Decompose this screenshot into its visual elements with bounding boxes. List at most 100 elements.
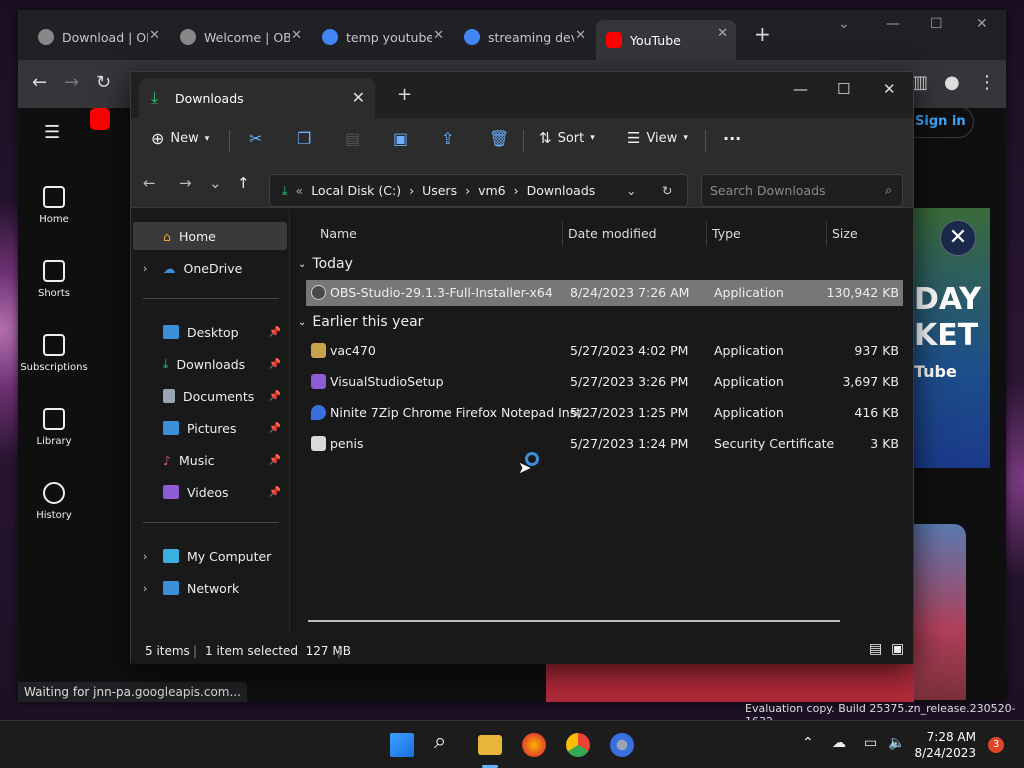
yt-nav-history[interactable]: History	[18, 482, 90, 521]
sidebar-item-onedrive[interactable]: › ☁ OneDrive	[133, 254, 287, 282]
close-icon[interactable]: ✕	[575, 28, 586, 43]
chevron-up-icon[interactable]: ⌃	[802, 735, 814, 751]
sidebar-item-my-computer[interactable]: › My Computer	[133, 542, 287, 570]
yt-nav-shorts[interactable]: Shorts	[18, 260, 90, 299]
yt-nav-subscriptions[interactable]: Subscriptions	[18, 334, 90, 373]
chrome-menu-icon[interactable]: ⋮	[978, 72, 996, 93]
search-input[interactable]: Search Downloads ⌕	[701, 174, 903, 207]
group-header-earlier[interactable]: ⌄ Earlier this year	[298, 314, 423, 330]
network-tray-icon[interactable]: ▭	[864, 735, 877, 751]
chevron-right-icon[interactable]: ›	[143, 550, 147, 563]
pin-icon[interactable]: 📌	[269, 423, 281, 434]
sidebar-item-network[interactable]: › Network	[133, 574, 287, 602]
up-arrow-icon[interactable]: ↑	[237, 174, 250, 192]
pin-icon[interactable]: 📌	[269, 455, 281, 466]
reload-icon[interactable]: ↻	[96, 72, 111, 93]
close-icon[interactable]: ✕	[291, 28, 302, 43]
horizontal-scrollbar[interactable]	[308, 620, 840, 622]
file-explorer-taskbar-icon[interactable]	[478, 735, 502, 755]
delete-icon[interactable]: 🗑	[489, 129, 509, 148]
ad-close-icon[interactable]: ✕	[940, 220, 976, 256]
new-button[interactable]: ⊕ New ▾	[151, 129, 209, 148]
table-row[interactable]: VisualStudioSetup 5/27/2023 3:26 PM Appl…	[306, 369, 903, 395]
chevron-right-icon[interactable]: ›	[143, 582, 147, 595]
forward-arrow-icon[interactable]: →	[64, 72, 79, 93]
minimize-icon[interactable]: —	[793, 80, 808, 98]
yt-nav-library[interactable]: Library	[18, 408, 90, 447]
browser-tab-4[interactable]: streaming dev ✕	[454, 22, 594, 52]
cut-icon[interactable]: ✂	[249, 129, 262, 148]
pin-icon[interactable]: 📌	[269, 391, 281, 402]
pin-icon[interactable]: 📌	[269, 487, 281, 498]
sidebar-item-downloads[interactable]: ⤓ Downloads 📌	[133, 350, 287, 378]
yt-nav-home[interactable]: Home	[18, 186, 90, 225]
close-icon[interactable]: ✕	[352, 88, 365, 107]
copy-icon[interactable]: ❐	[297, 129, 311, 148]
new-tab-icon[interactable]: +	[397, 84, 412, 105]
breadcrumb-item[interactable]: Users	[422, 183, 457, 198]
clock[interactable]: 7:28 AM 8/24/2023	[914, 729, 976, 761]
youtube-logo[interactable]	[90, 108, 110, 130]
recent-locations-icon[interactable]: ⌄	[209, 174, 222, 192]
group-header-today[interactable]: ⌄ Today	[298, 256, 353, 272]
browser-tab-1[interactable]: Download | OBS✕	[28, 22, 168, 52]
pin-icon[interactable]: 📌	[269, 359, 281, 370]
back-arrow-icon[interactable]: ←	[143, 174, 156, 192]
breadcrumb-item[interactable]: Local Disk (C:)	[311, 183, 401, 198]
search-icon[interactable]: ⌕	[434, 729, 458, 754]
maximize-icon[interactable]: ☐	[837, 80, 850, 98]
column-divider[interactable]	[826, 222, 827, 246]
column-header-date[interactable]: Date modified	[568, 226, 657, 241]
explorer-tab-downloads[interactable]: ⤓ Downloads ✕	[139, 78, 375, 118]
column-header-type[interactable]: Type	[712, 226, 741, 241]
sidebar-item-music[interactable]: ♪ Music 📌	[133, 446, 287, 474]
column-header-size[interactable]: Size	[832, 226, 858, 241]
back-arrow-icon[interactable]: ←	[32, 72, 47, 93]
new-tab-button[interactable]: +	[754, 22, 771, 46]
breadcrumb[interactable]: ⤓ « Local Disk (C:) › Users › vm6 › Downloa…	[269, 174, 688, 207]
paste-icon[interactable]: ▤	[345, 129, 360, 148]
column-divider[interactable]	[562, 222, 563, 246]
notification-badge[interactable]: 3	[988, 737, 1004, 753]
onedrive-tray-icon[interactable]: ☁	[832, 735, 846, 751]
close-icon[interactable]: ✕	[717, 26, 728, 41]
pin-icon[interactable]: 📌	[269, 327, 281, 338]
close-icon[interactable]: ✕	[433, 28, 444, 43]
table-row[interactable]: Ninite 7Zip Chrome Firefox Notepad Inst.…	[306, 400, 903, 426]
column-header-name[interactable]: Name	[320, 226, 357, 241]
minimize-icon[interactable]: —	[886, 16, 900, 32]
chevron-down-icon[interactable]: ⌄	[626, 183, 636, 198]
video-thumbnail[interactable]	[546, 662, 914, 702]
sidebar-item-home[interactable]: ⌂ Home	[133, 222, 287, 250]
breadcrumb-item[interactable]: vm6	[478, 183, 506, 198]
tab-search-icon[interactable]: ⌄	[838, 16, 850, 32]
browser-tab-2[interactable]: Welcome | OBS ✕	[170, 22, 310, 52]
profile-icon[interactable]: ●	[944, 72, 960, 93]
video-thumbnail[interactable]	[914, 524, 966, 700]
more-options-icon[interactable]: ···	[723, 129, 741, 148]
sort-button[interactable]: ⇅ Sort ▾	[539, 129, 595, 147]
maximize-icon[interactable]: ☐	[930, 16, 943, 32]
close-window-icon[interactable]: ✕	[976, 16, 988, 32]
table-row[interactable]: OBS-Studio-29.1.3-Full-Installer-x64 8/2…	[306, 280, 903, 306]
table-row[interactable]: penis 5/27/2023 1:24 PM Security Certifi…	[306, 431, 903, 457]
close-icon[interactable]: ✕	[149, 28, 160, 43]
breadcrumb-item[interactable]: Downloads	[527, 183, 596, 198]
volume-icon[interactable]: 🔈	[888, 735, 905, 751]
refresh-icon[interactable]: ↻	[662, 183, 672, 198]
close-window-icon[interactable]: ✕	[883, 80, 896, 98]
column-divider[interactable]	[706, 222, 707, 246]
chrome-taskbar-icon[interactable]	[566, 733, 590, 757]
tiles-view-icon[interactable]: ▣	[891, 641, 904, 657]
view-button[interactable]: ☰ View ▾	[627, 129, 688, 147]
table-row[interactable]: vac470 5/27/2023 4:02 PM Application 937…	[306, 338, 903, 364]
forward-arrow-icon[interactable]: →	[179, 174, 192, 192]
chevron-right-icon[interactable]: ›	[143, 262, 147, 275]
hamburger-menu-icon[interactable]: ☰	[44, 122, 60, 143]
details-view-icon[interactable]: ▤	[869, 641, 882, 657]
share-icon[interactable]: ⇪	[441, 129, 454, 148]
settings-taskbar-icon[interactable]	[610, 733, 634, 757]
start-button[interactable]	[390, 733, 414, 757]
sidebar-item-videos[interactable]: Videos 📌	[133, 478, 287, 506]
firefox-taskbar-icon[interactable]	[522, 733, 546, 757]
